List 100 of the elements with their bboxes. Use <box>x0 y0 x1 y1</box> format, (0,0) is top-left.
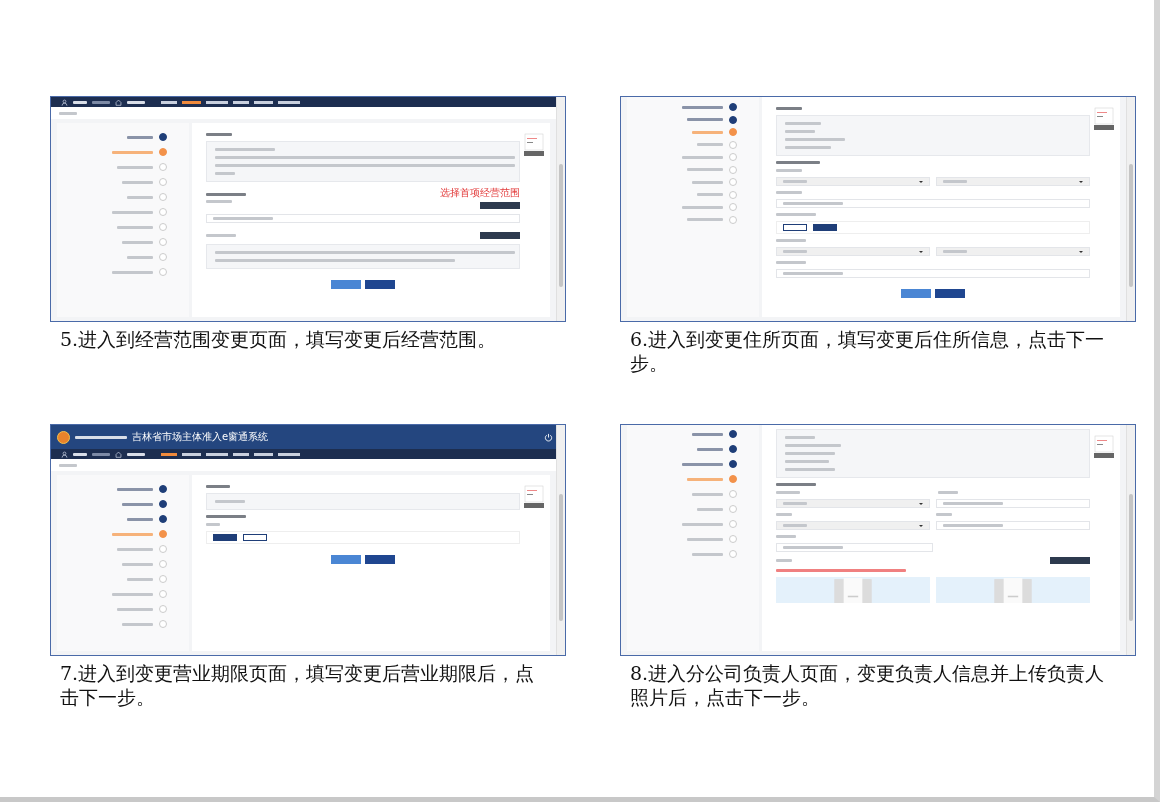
upload-area[interactable] <box>936 577 1090 603</box>
step-label[interactable] <box>122 180 153 184</box>
nav-item[interactable] <box>206 452 228 456</box>
step-label[interactable] <box>117 487 153 491</box>
step-label[interactable] <box>122 240 153 244</box>
blurred-text <box>776 191 802 194</box>
nav-item[interactable] <box>182 100 201 104</box>
step-label[interactable] <box>682 522 723 526</box>
input-field[interactable] <box>776 269 1090 278</box>
scrollbar[interactable] <box>1126 425 1135 655</box>
step-label[interactable] <box>122 622 153 626</box>
step-label[interactable] <box>127 195 153 199</box>
thumbnail-drawing <box>1094 107 1114 131</box>
scrollbar[interactable] <box>556 97 565 321</box>
input-field[interactable] <box>776 199 1090 208</box>
add-button[interactable] <box>1050 557 1090 564</box>
nav-item[interactable] <box>233 452 249 456</box>
nav-item[interactable] <box>182 452 201 456</box>
dropdown-field[interactable] <box>936 177 1090 186</box>
blurred-text <box>206 234 236 237</box>
blurred-text <box>776 491 800 494</box>
input-field[interactable] <box>936 521 1090 530</box>
step-label[interactable] <box>117 547 153 551</box>
nav-item[interactable] <box>278 100 300 104</box>
blurred-text <box>785 452 835 455</box>
step-label[interactable] <box>112 150 153 154</box>
step-label[interactable] <box>692 130 723 134</box>
select-button[interactable] <box>480 232 520 239</box>
previous-button[interactable] <box>331 555 361 564</box>
previous-button[interactable] <box>331 280 361 289</box>
step-label[interactable] <box>687 537 723 541</box>
blurred-text <box>776 513 792 516</box>
step-label[interactable] <box>112 532 153 536</box>
step-label[interactable] <box>122 502 153 506</box>
nav-item[interactable] <box>161 452 177 456</box>
step-label[interactable] <box>687 477 723 481</box>
caption: 5.进入到经营范围变更页面，填写变更后经营范围。 <box>60 327 498 351</box>
step-label[interactable] <box>112 210 153 214</box>
blurred-text <box>206 133 232 136</box>
dropdown-field[interactable] <box>776 177 930 186</box>
blurred-text <box>215 500 245 503</box>
scrollbar[interactable] <box>1126 97 1135 321</box>
step-label[interactable] <box>682 155 723 159</box>
dropdown-field[interactable] <box>936 247 1090 256</box>
step-label[interactable] <box>692 432 723 436</box>
next-button[interactable] <box>935 289 965 298</box>
dropdown-field[interactable] <box>776 521 930 530</box>
step-label[interactable] <box>112 592 153 596</box>
input-field[interactable] <box>936 499 1090 508</box>
input-field[interactable] <box>206 214 520 223</box>
option-button[interactable] <box>783 224 807 231</box>
nav-item[interactable] <box>233 100 249 104</box>
step-label[interactable] <box>117 607 153 611</box>
step-label[interactable] <box>127 577 153 581</box>
nav-item[interactable] <box>206 100 228 104</box>
step-label[interactable] <box>122 562 153 566</box>
next-button[interactable] <box>365 280 395 289</box>
step-label[interactable] <box>692 552 723 556</box>
blurred-text <box>73 100 87 104</box>
step-label[interactable] <box>682 205 723 209</box>
step-label[interactable] <box>697 507 723 511</box>
user-icon <box>61 98 68 106</box>
input-field[interactable] <box>776 543 933 552</box>
step-label[interactable] <box>127 135 153 139</box>
blurred-text <box>785 460 829 463</box>
nav-item[interactable] <box>254 452 273 456</box>
scrollbar[interactable] <box>556 425 565 655</box>
step-label[interactable] <box>117 225 153 229</box>
option-button[interactable] <box>243 534 267 541</box>
step-label[interactable] <box>112 270 153 274</box>
step-label[interactable] <box>117 165 153 169</box>
power-icon[interactable] <box>544 432 553 442</box>
nav-item[interactable] <box>254 100 273 104</box>
blurred-text <box>215 148 275 151</box>
step-label[interactable] <box>127 517 153 521</box>
blurred-text <box>206 515 246 518</box>
step-label[interactable] <box>682 462 723 466</box>
nav-item[interactable] <box>278 452 300 456</box>
select-button[interactable] <box>480 202 520 209</box>
blurred-text <box>127 100 145 104</box>
thumbnail-drawing <box>1094 435 1114 459</box>
step-label[interactable] <box>692 180 723 184</box>
blurred-text <box>776 161 820 164</box>
upload-area[interactable] <box>776 577 930 603</box>
step-label[interactable] <box>687 118 723 121</box>
step-label[interactable] <box>127 255 153 259</box>
blurred-text <box>776 483 816 486</box>
step-label[interactable] <box>692 492 723 496</box>
thumbnail-drawing <box>524 485 544 509</box>
next-button[interactable] <box>365 555 395 564</box>
text-area[interactable] <box>206 244 520 269</box>
dropdown-field[interactable] <box>776 247 930 256</box>
blurred-text <box>785 436 815 439</box>
blurred-text <box>59 463 77 467</box>
step-label[interactable] <box>682 105 723 109</box>
step-label[interactable] <box>697 447 723 451</box>
emblem-icon <box>57 430 70 444</box>
previous-button[interactable] <box>901 289 931 298</box>
dropdown-field[interactable] <box>776 499 930 508</box>
nav-item[interactable] <box>161 100 177 104</box>
